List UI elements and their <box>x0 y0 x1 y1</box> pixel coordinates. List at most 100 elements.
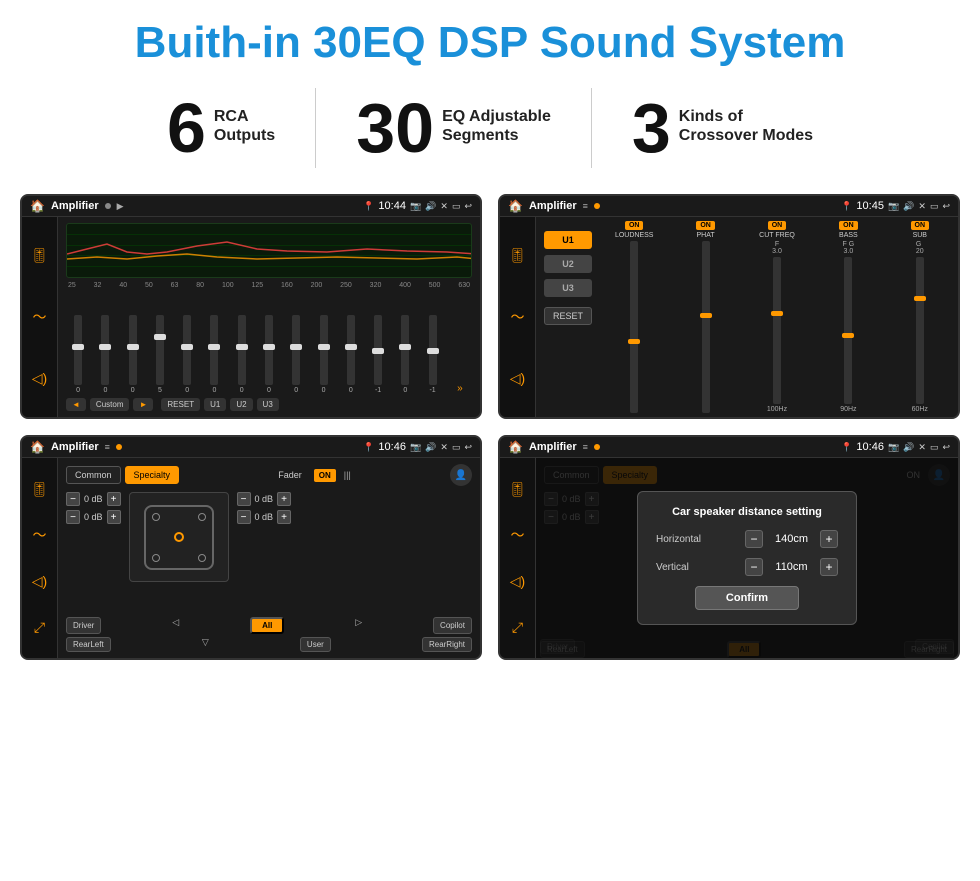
window-icon-2[interactable]: ▭ <box>930 201 939 212</box>
reset-button[interactable]: RESET <box>161 398 200 411</box>
wave-icon-3[interactable]: 〜 <box>28 523 52 547</box>
slider-thumb[interactable] <box>154 334 166 340</box>
eq-icon-2[interactable]: 🎚 <box>506 244 530 268</box>
plus-btn-1[interactable]: + <box>107 492 121 506</box>
rearright-btn[interactable]: RearRight <box>422 637 472 652</box>
eq-icon-3[interactable]: 🎚 <box>28 477 52 501</box>
window-icon-1[interactable]: ▭ <box>452 201 461 212</box>
arrow-down[interactable]: ▽ <box>202 637 209 652</box>
slider-thumb[interactable] <box>181 344 193 350</box>
slider-thumb[interactable] <box>127 344 139 350</box>
vertical-minus[interactable]: − <box>745 558 763 576</box>
u1-button[interactable]: U1 <box>204 398 226 411</box>
vol-icon-sidebar-2[interactable]: ◁) <box>506 366 530 390</box>
window-icon-3[interactable]: ▭ <box>452 442 461 453</box>
slider-track[interactable] <box>156 315 164 385</box>
slider-track[interactable] <box>401 315 409 385</box>
expand-icon-4[interactable]: ⤢ <box>506 615 530 639</box>
tab-common-3[interactable]: Common <box>66 466 121 484</box>
slider-track[interactable] <box>101 315 109 385</box>
slider-track[interactable] <box>183 315 191 385</box>
slider-thumb[interactable] <box>427 348 439 354</box>
tab-specialty-3[interactable]: Specialty <box>125 466 180 484</box>
back-icon-1[interactable]: ↩ <box>464 201 472 212</box>
back-icon-2[interactable]: ↩ <box>942 201 950 212</box>
plus-btn-2[interactable]: + <box>107 510 121 524</box>
slider-thumb[interactable] <box>208 344 220 350</box>
slider-track[interactable] <box>374 315 382 385</box>
close-icon-2[interactable]: ✕ <box>918 201 926 212</box>
expand-icon-3[interactable]: ⤢ <box>28 615 52 639</box>
arrow-right[interactable]: ▷ <box>355 617 362 634</box>
bass-on-badge[interactable]: ON <box>839 221 858 230</box>
wave-icon-2[interactable]: 〜 <box>506 305 530 329</box>
rearleft-btn[interactable]: RearLeft <box>66 637 111 652</box>
loudness-thumb[interactable] <box>628 339 640 344</box>
slider-thumb[interactable] <box>99 344 111 350</box>
slider-track[interactable] <box>292 315 300 385</box>
slider-thumb[interactable] <box>399 344 411 350</box>
driver-btn[interactable]: Driver <box>66 617 101 634</box>
loudness-on-badge[interactable]: ON <box>625 221 644 230</box>
home-icon-4[interactable]: 🏠 <box>508 440 523 454</box>
vol-icon-sidebar-4[interactable]: ◁) <box>506 569 530 593</box>
back-icon-4[interactable]: ↩ <box>942 442 950 453</box>
u2-button[interactable]: U2 <box>230 398 252 411</box>
cutfreq-slider[interactable] <box>773 257 781 404</box>
slider-thumb[interactable] <box>236 344 248 350</box>
wave-icon-4[interactable]: 〜 <box>506 523 530 547</box>
phat-on-badge[interactable]: ON <box>696 221 715 230</box>
vol-icon-sidebar-1[interactable]: ◁) <box>28 366 52 390</box>
slider-thumb[interactable] <box>290 344 302 350</box>
close-icon-3[interactable]: ✕ <box>440 442 448 453</box>
horizontal-plus[interactable]: + <box>820 530 838 548</box>
home-icon-1[interactable]: 🏠 <box>30 199 45 213</box>
plus-btn-3[interactable]: + <box>277 492 291 506</box>
expand-icon[interactable]: » <box>457 383 463 394</box>
cutfreq-thumb[interactable] <box>771 311 783 316</box>
minus-btn-2[interactable]: − <box>66 510 80 524</box>
sub-slider[interactable] <box>916 257 924 404</box>
close-icon-4[interactable]: ✕ <box>918 442 926 453</box>
user-btn[interactable]: User <box>300 637 331 652</box>
home-icon-2[interactable]: 🏠 <box>508 199 523 213</box>
profile-icon-3[interactable]: 👤 <box>450 464 472 486</box>
vertical-plus[interactable]: + <box>820 558 838 576</box>
slider-track[interactable] <box>347 315 355 385</box>
u3-button[interactable]: U3 <box>257 398 279 411</box>
custom-label[interactable]: Custom <box>90 398 130 411</box>
slider-track[interactable] <box>210 315 218 385</box>
play-button[interactable]: ► <box>133 398 153 411</box>
all-btn[interactable]: All <box>250 617 284 634</box>
arrow-left[interactable]: ◁ <box>172 617 179 634</box>
cutfreq-on-badge[interactable]: ON <box>768 221 787 230</box>
prev-button[interactable]: ◄ <box>66 398 86 411</box>
eq-icon-1[interactable]: 🎚 <box>28 244 52 268</box>
sub-thumb[interactable] <box>914 296 926 301</box>
phat-slider[interactable] <box>702 241 710 413</box>
u3-select[interactable]: U3 <box>544 279 592 297</box>
back-icon-3[interactable]: ↩ <box>464 442 472 453</box>
plus-btn-4[interactable]: + <box>277 510 291 524</box>
u2-select[interactable]: U2 <box>544 255 592 273</box>
bass-slider[interactable] <box>844 257 852 404</box>
fader-on-btn[interactable]: ON <box>314 469 336 482</box>
loudness-slider[interactable] <box>630 241 638 413</box>
window-icon-4[interactable]: ▭ <box>930 442 939 453</box>
vol-icon-sidebar-3[interactable]: ◁) <box>28 569 52 593</box>
slider-track[interactable] <box>238 315 246 385</box>
slider-thumb[interactable] <box>72 344 84 350</box>
slider-thumb[interactable] <box>263 344 275 350</box>
eq-icon-4[interactable]: 🎚 <box>506 477 530 501</box>
slider-thumb[interactable] <box>372 348 384 354</box>
sub-on-badge[interactable]: ON <box>911 221 930 230</box>
slider-thumb[interactable] <box>318 344 330 350</box>
u1-select[interactable]: U1 <box>544 231 592 249</box>
close-icon-1[interactable]: ✕ <box>440 201 448 212</box>
horizontal-minus[interactable]: − <box>745 530 763 548</box>
home-icon-3[interactable]: 🏠 <box>30 440 45 454</box>
slider-thumb[interactable] <box>345 344 357 350</box>
reset-btn-2[interactable]: RESET <box>544 307 592 325</box>
slider-track[interactable] <box>129 315 137 385</box>
slider-track[interactable] <box>429 315 437 385</box>
